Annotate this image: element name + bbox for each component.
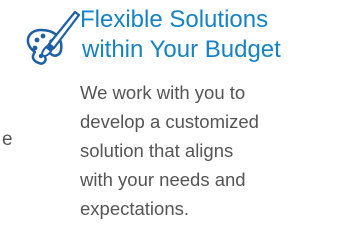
clipped-neighbor-text: e — [2, 129, 13, 150]
feature-description-line: solution that aligns — [80, 140, 234, 161]
feature-title: Flexible Solutions within Your Budget — [80, 5, 336, 65]
feature-description-line: with your needs and — [80, 169, 246, 190]
feature-description-line: expectations. — [80, 198, 190, 219]
feature-description: We work with you to develop a customized… — [80, 78, 336, 223]
feature-title-line: within Your Budget — [82, 36, 281, 63]
paint-palette-brush-icon — [26, 10, 81, 65]
feature-description-line: We work with you to — [80, 82, 246, 103]
feature-title-line: Flexible Solutions — [80, 6, 269, 33]
feature-card: e Flexible Solutions within Your Budget … — [0, 0, 340, 250]
feature-description-line: develop a customized — [80, 111, 259, 132]
